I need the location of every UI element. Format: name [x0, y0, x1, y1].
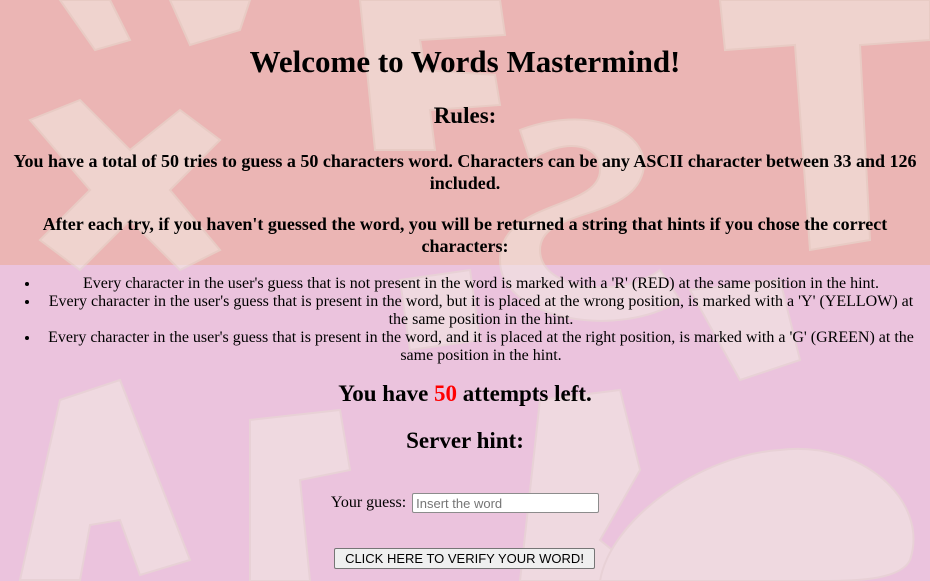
attempts-count: 50	[434, 381, 458, 406]
hint-rule-green: Every character in the user's guess that…	[40, 329, 922, 365]
rule-paragraph-hints: After each try, if you haven't guessed t…	[42, 214, 888, 256]
rules-heading: Rules:	[433, 103, 497, 128]
server-hint: Server hint:	[0, 427, 930, 455]
hint-rule-red: Every character in the user's guess that…	[40, 275, 922, 293]
guess-label: Your guess:	[330, 494, 407, 511]
attempts-left-text: You have 50 attempts left.	[0, 380, 930, 408]
page-title: Welcome to Words Mastermind!	[249, 44, 681, 79]
attempts-suffix: attempts left.	[462, 381, 592, 406]
attempts-prefix: You have	[338, 381, 429, 406]
hint-rules-list: Every character in the user's guess that…	[40, 275, 922, 365]
rule-paragraph-tries: You have a total of 50 tries to guess a …	[13, 151, 917, 193]
guess-form-row: Your guess:	[0, 493, 930, 514]
server-hint-label: Server hint:	[406, 428, 524, 453]
verify-word-button[interactable]: CLICK HERE TO VERIFY YOUR WORD!	[334, 548, 595, 569]
guess-input[interactable]	[412, 493, 600, 514]
hint-rule-yellow: Every character in the user's guess that…	[40, 293, 922, 329]
